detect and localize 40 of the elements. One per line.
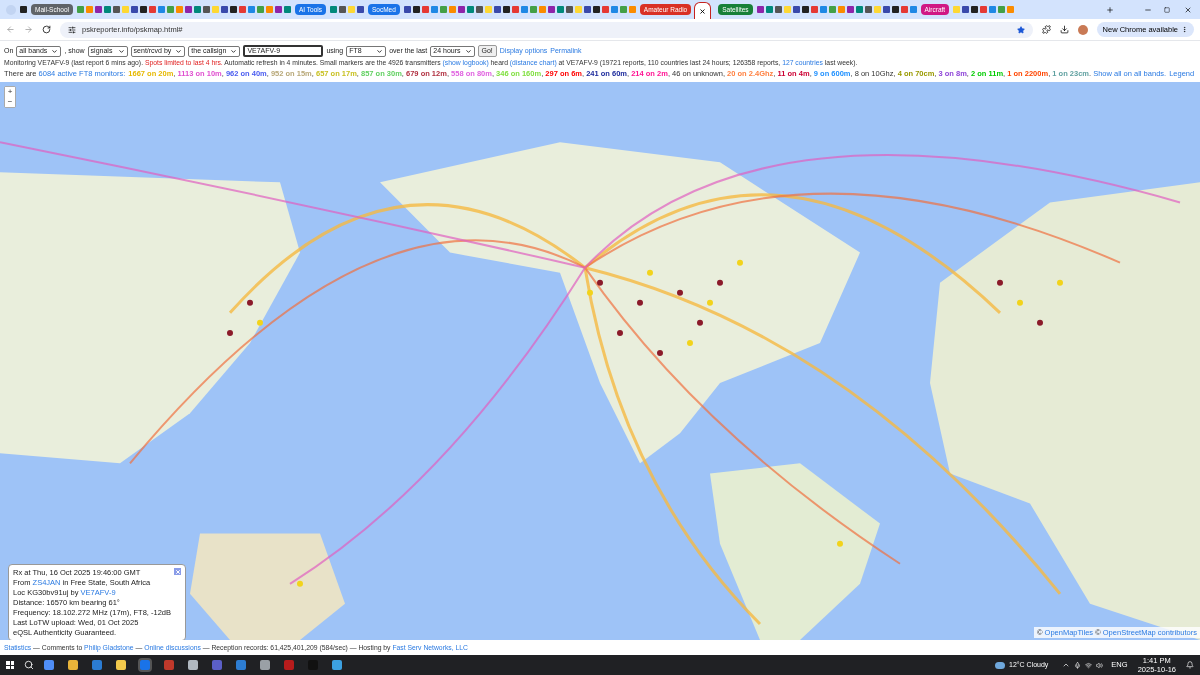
- active-tab[interactable]: [694, 2, 712, 19]
- new-tab-icon[interactable]: [1106, 5, 1114, 14]
- network-icon[interactable]: [1085, 661, 1093, 669]
- taskbar-app-icon[interactable]: [92, 660, 102, 670]
- weather-icon[interactable]: [995, 661, 1005, 669]
- bookmark-star-icon[interactable]: [1016, 25, 1025, 34]
- search-icon[interactable]: [24, 660, 34, 670]
- taskbar-app-icon[interactable]: [116, 660, 126, 670]
- extensions-icon[interactable]: [1041, 25, 1051, 34]
- taskbar-app-icon[interactable]: [164, 660, 174, 670]
- volume-icon[interactable]: [1096, 661, 1104, 669]
- taskbar-app-icon[interactable]: [188, 660, 198, 670]
- taskbar-app-icon[interactable]: [260, 660, 270, 670]
- taskbar-app-icon[interactable]: [44, 660, 54, 670]
- taskbar-app-icon[interactable]: [236, 660, 246, 670]
- caret-icon: [117, 47, 125, 55]
- caret-icon: [51, 47, 59, 55]
- caret-icon: [230, 47, 238, 55]
- site-info-icon: [68, 25, 76, 34]
- close-window-icon[interactable]: [1184, 5, 1192, 14]
- zoom-button[interactable]: −: [5, 97, 15, 107]
- taskbar-app-icon[interactable]: [212, 660, 222, 670]
- restore-icon[interactable]: [1164, 6, 1170, 13]
- zoom-button[interactable]: +: [5, 87, 15, 97]
- caret-icon: [376, 47, 384, 55]
- close-icon[interactable]: [174, 568, 181, 575]
- back-icon[interactable]: [6, 25, 15, 34]
- caret-icon: [175, 47, 183, 55]
- taskbar-app-icon[interactable]: [284, 660, 294, 670]
- reload-icon[interactable]: [42, 25, 51, 34]
- close-icon: [699, 7, 707, 15]
- download-icon[interactable]: [1059, 25, 1069, 34]
- taskbar-app-icon[interactable]: [68, 660, 78, 670]
- notification-icon[interactable]: [1186, 661, 1194, 669]
- start-icon[interactable]: [6, 661, 14, 669]
- caret-icon: [464, 47, 472, 55]
- forward-icon[interactable]: [24, 25, 33, 34]
- taskbar-app-icon[interactable]: [332, 660, 342, 670]
- tray-chevron-icon[interactable]: [1062, 661, 1071, 669]
- profile-avatar[interactable]: [1077, 24, 1088, 35]
